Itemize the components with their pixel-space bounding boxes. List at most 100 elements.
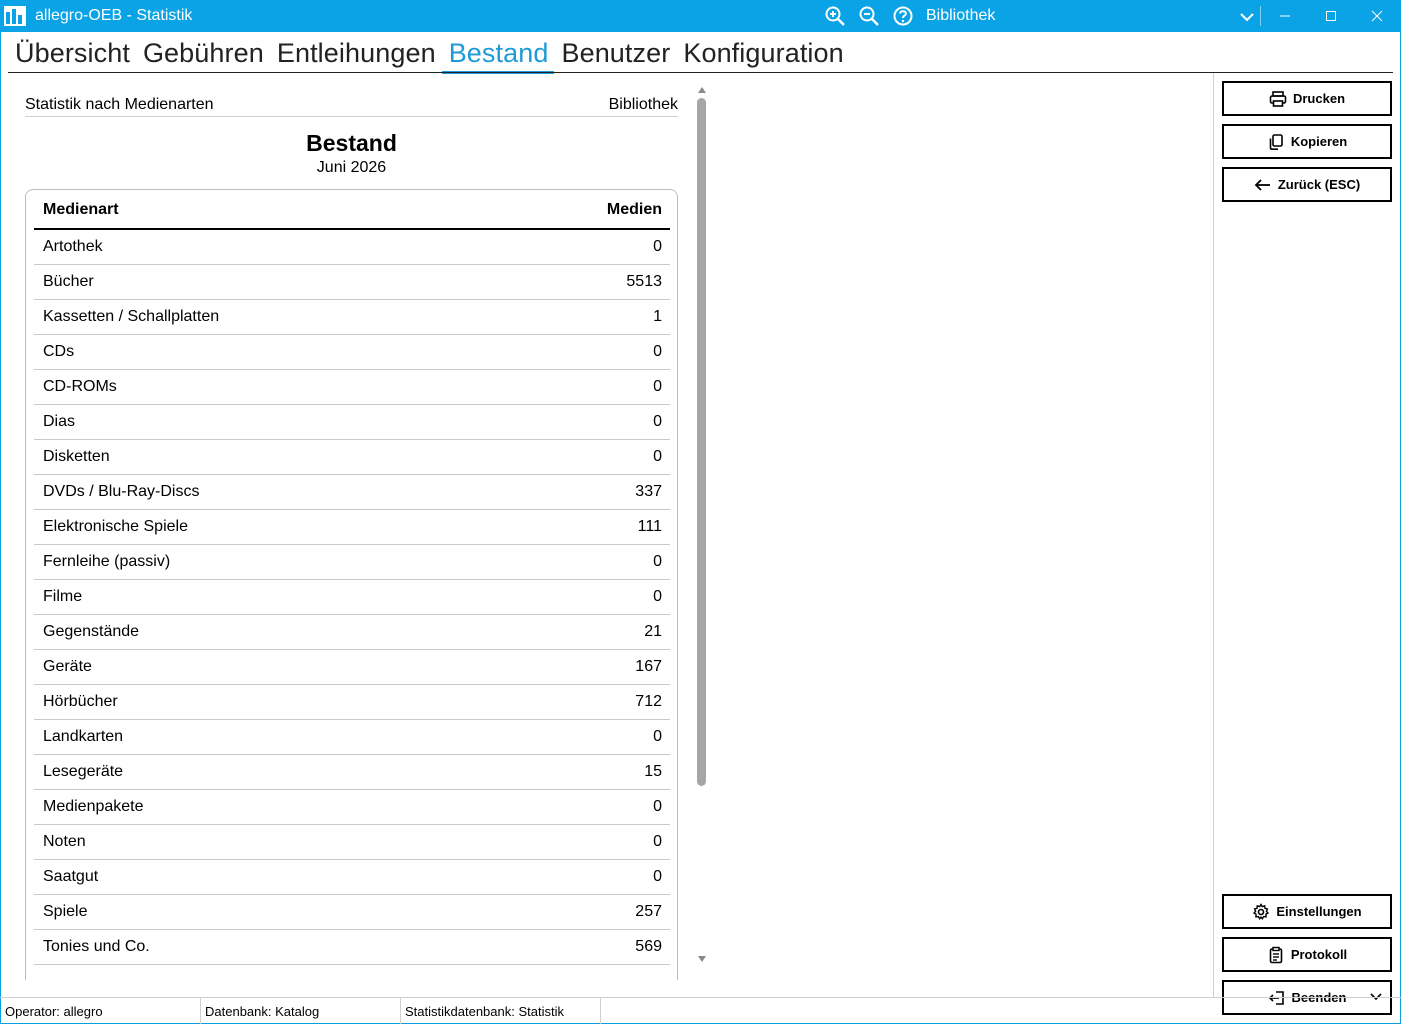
table-row: CDs 0: [34, 335, 670, 370]
cell-medien: 0: [653, 833, 662, 850]
cell-medien: 0: [653, 553, 662, 570]
tabs-divider: [8, 72, 1393, 73]
table-row: Gegenstände 21: [34, 615, 670, 650]
table-row: Elektronische Spiele 111: [34, 510, 670, 545]
table-row: Geräte 167: [34, 650, 670, 685]
tab-uebersicht[interactable]: Übersicht: [8, 34, 136, 72]
cell-medien: 0: [653, 413, 662, 430]
tab-konfiguration[interactable]: Konfiguration: [676, 34, 849, 72]
report-header: Statistik nach Medienarten Bibliothek: [25, 90, 678, 117]
cell-medien: 569: [635, 938, 662, 955]
cell-medien: 712: [635, 693, 662, 710]
close-button[interactable]: [1354, 0, 1400, 32]
cell-medienart: DVDs / Blu-Ray-Discs: [43, 483, 200, 500]
settings-button-label: Einstellungen: [1276, 904, 1362, 919]
table-row: Noten 0: [34, 825, 670, 860]
cell-medien: 5513: [626, 273, 662, 290]
maximize-button[interactable]: [1308, 0, 1354, 32]
table-row: CD-ROMs 0: [34, 370, 670, 405]
cell-medienart: Artothek: [43, 238, 103, 255]
printer-icon: [1269, 90, 1287, 107]
report-title: Bestand: [306, 130, 397, 156]
arrow-left-icon: [1254, 178, 1270, 191]
table-row: Disketten 0: [34, 440, 670, 475]
copy-button[interactable]: Kopieren: [1222, 124, 1392, 159]
cell-medienart: Gegenstände: [43, 623, 140, 640]
copy-icon: [1269, 133, 1283, 150]
gear-icon: [1253, 902, 1270, 920]
table-row: Bücher 5513: [34, 265, 670, 300]
status-divider: [200, 998, 201, 1024]
minimize-icon: [1280, 15, 1290, 17]
cell-medienart: Elektronische Spiele: [43, 518, 188, 535]
table-row: Medienpakete 0: [34, 790, 670, 825]
clipboard-icon: [1269, 946, 1283, 963]
print-button-label: Drucken: [1292, 91, 1346, 106]
scrollbar-thumb[interactable]: [697, 98, 706, 786]
cell-medien: 0: [653, 343, 662, 360]
chevron-down-icon[interactable]: [1238, 8, 1256, 26]
cell-medienart: Geräte: [43, 658, 92, 675]
report-subtitle: Juni 2026: [316, 159, 387, 176]
cell-medien: 21: [644, 623, 662, 640]
close-icon: [1371, 10, 1383, 22]
column-header-medien: Medien: [606, 201, 662, 218]
cell-medienart: CDs: [43, 343, 75, 360]
tab-benutzer[interactable]: Benutzer: [554, 34, 676, 72]
table-row: Tonies und Co. 569: [34, 930, 670, 965]
zoom-in-icon[interactable]: [824, 5, 846, 27]
zoom-out-icon[interactable]: [858, 5, 880, 27]
minimize-button[interactable]: [1262, 0, 1308, 32]
help-icon[interactable]: [892, 5, 914, 27]
title-separator: [1260, 6, 1261, 26]
column-header-medienart: Medienart: [43, 201, 119, 218]
status-database: Datenbank: Katalog: [205, 1004, 320, 1019]
table-row: Lesegeräte 15: [34, 755, 670, 790]
table-row: Hörbücher 712: [34, 685, 670, 720]
table-body: Artothek 0 Bücher 5513 Kassetten / Schallp…: [34, 230, 670, 965]
status-bar: Operator: allegro Datenbank: Katalog Sta…: [0, 997, 1401, 1024]
window-title: allegro-OEB - Statistik: [35, 7, 193, 24]
log-button[interactable]: Protokoll: [1222, 937, 1392, 972]
report-view: Statistik nach Medienarten Bibliothek Be…: [25, 90, 678, 980]
cell-medien: 0: [653, 868, 662, 885]
maximize-icon: [1326, 11, 1336, 21]
status-stats-database: Statistikdatenbank: Statistik: [405, 1004, 564, 1019]
cell-medienart: Noten: [43, 833, 86, 850]
cell-medienart: CD-ROMs: [43, 378, 117, 395]
table-header: Medienart Medien: [34, 190, 670, 230]
cell-medien: 0: [653, 378, 662, 395]
library-selector[interactable]: Bibliothek: [926, 7, 995, 25]
cell-medienart: Landkarten: [43, 728, 124, 745]
cell-medienart: Lesegeräte: [43, 763, 124, 780]
main-tabs: Übersicht Gebühren Entleihungen Bestand …: [8, 34, 850, 74]
status-operator: Operator: allegro: [5, 1004, 103, 1019]
print-button[interactable]: Drucken: [1222, 81, 1392, 116]
status-divider: [600, 998, 601, 1024]
cell-medienart: Disketten: [43, 448, 110, 465]
cell-medien: 1: [653, 308, 662, 325]
table-row: Landkarten 0: [34, 720, 670, 755]
scroll-up-arrow-icon[interactable]: [697, 86, 707, 94]
cell-medienart: Spiele: [43, 903, 88, 920]
back-button[interactable]: Zurück (ESC): [1222, 167, 1392, 202]
table-row: Spiele 257: [34, 895, 670, 930]
cell-medien: 0: [653, 448, 662, 465]
app-logo-icon: [4, 6, 26, 26]
cell-medien: 111: [637, 518, 662, 535]
tab-bestand[interactable]: Bestand: [441, 34, 555, 74]
cell-medien: 0: [653, 588, 662, 605]
scroll-down-arrow-icon[interactable]: [697, 955, 707, 963]
stats-table: Medienart Medien Artothek 0 Bücher 5513 Ka…: [25, 189, 678, 980]
tab-gebuehren[interactable]: Gebühren: [136, 34, 270, 72]
cell-medienart: Bücher: [43, 273, 94, 290]
table-row: DVDs / Blu-Ray-Discs 337: [34, 475, 670, 510]
cell-medienart: Fernleihe (passiv): [43, 553, 171, 570]
tab-entleihungen[interactable]: Entleihungen: [270, 34, 442, 72]
cell-medien: 167: [635, 658, 662, 675]
status-divider: [400, 998, 401, 1024]
cell-medien: 0: [653, 798, 662, 815]
settings-button[interactable]: Einstellungen: [1222, 894, 1392, 929]
cell-medienart: Kassetten / Schallplatten: [43, 308, 220, 325]
table-row: Artothek 0: [34, 230, 670, 265]
